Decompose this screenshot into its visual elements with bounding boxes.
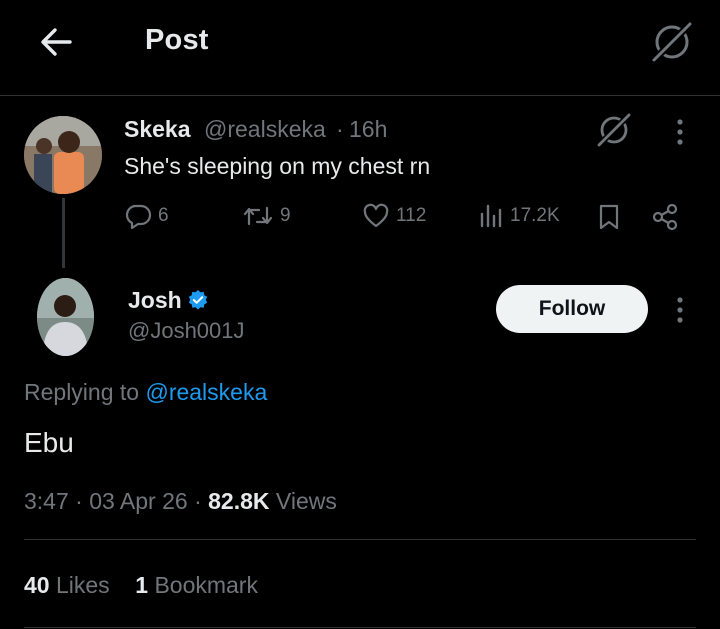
grok-button[interactable]: [648, 18, 696, 66]
grok-icon: [652, 22, 692, 62]
bookmarks-count: 1: [135, 572, 149, 598]
share-button[interactable]: [650, 202, 680, 232]
post-time[interactable]: 3:47: [24, 488, 69, 514]
post-text: Ebu: [24, 427, 74, 458]
like-count: 112: [396, 205, 427, 226]
bookmarks-stat[interactable]: 1 Bookmark: [135, 572, 258, 598]
bookmark-button[interactable]: [596, 202, 622, 232]
grok-button[interactable]: [594, 110, 634, 150]
likes-stat[interactable]: 40 Likes: [24, 572, 110, 598]
author-name[interactable]: Skeka: [124, 116, 191, 143]
reply-icon: [125, 204, 152, 230]
page-title: Post: [145, 24, 209, 56]
repost-count: 9: [280, 205, 291, 226]
views-count: 17.2K: [510, 205, 560, 226]
replying-to-label: Replying to: [24, 379, 140, 405]
views-button[interactable]: 17.2K: [478, 202, 560, 230]
arrow-left-icon: [41, 28, 72, 56]
engagement-stats: 40 Likes 1 Bookmark: [24, 572, 258, 599]
heart-icon: [363, 203, 389, 228]
post-meta: 3:47 · 03 Apr 26 · 82.8K Views: [24, 488, 337, 515]
bookmarks-label: Bookmark: [154, 572, 258, 598]
separator-dot: ·: [194, 488, 202, 514]
follow-button[interactable]: Follow: [496, 285, 648, 333]
more-vertical-icon: [677, 297, 683, 323]
avatar[interactable]: [24, 116, 102, 194]
separator-dot: ·: [336, 116, 344, 142]
replying-to: Replying to @realskeka: [24, 379, 267, 406]
thread-line: [62, 198, 65, 268]
like-button[interactable]: 112: [362, 202, 426, 230]
back-button[interactable]: [36, 22, 76, 62]
reply-count: 6: [158, 205, 169, 226]
avatar[interactable]: [37, 278, 94, 356]
grok-icon: [597, 113, 631, 147]
more-options-button[interactable]: [668, 294, 692, 326]
post-time[interactable]: 16h: [349, 116, 387, 143]
likes-label: Likes: [55, 572, 110, 598]
divider: [24, 627, 696, 628]
reply-button[interactable]: 6: [124, 202, 169, 230]
divider: [24, 539, 696, 540]
views-count: 82.8K: [208, 488, 270, 514]
replying-to-handle-link[interactable]: @realskeka: [145, 379, 267, 405]
analytics-icon: [480, 204, 502, 228]
likes-count: 40: [24, 572, 50, 598]
share-icon: [652, 203, 678, 231]
verified-badge-icon: [188, 290, 208, 310]
bookmark-icon: [599, 204, 619, 230]
post-date[interactable]: 03 Apr 26: [89, 488, 187, 514]
repost-icon: [243, 206, 273, 226]
verified-badge: [187, 289, 209, 311]
header-divider: [0, 95, 720, 96]
author-handle[interactable]: @realskeka: [204, 116, 326, 143]
author-name[interactable]: Josh: [128, 287, 182, 314]
repost-button[interactable]: 9: [242, 202, 291, 230]
post-text: She's sleeping on my chest rn: [124, 153, 431, 179]
author-handle[interactable]: @Josh001J: [128, 318, 245, 344]
more-options-button[interactable]: [668, 116, 692, 148]
views-label: Views: [275, 488, 337, 514]
separator-dot: ·: [75, 488, 83, 514]
more-vertical-icon: [677, 119, 683, 145]
